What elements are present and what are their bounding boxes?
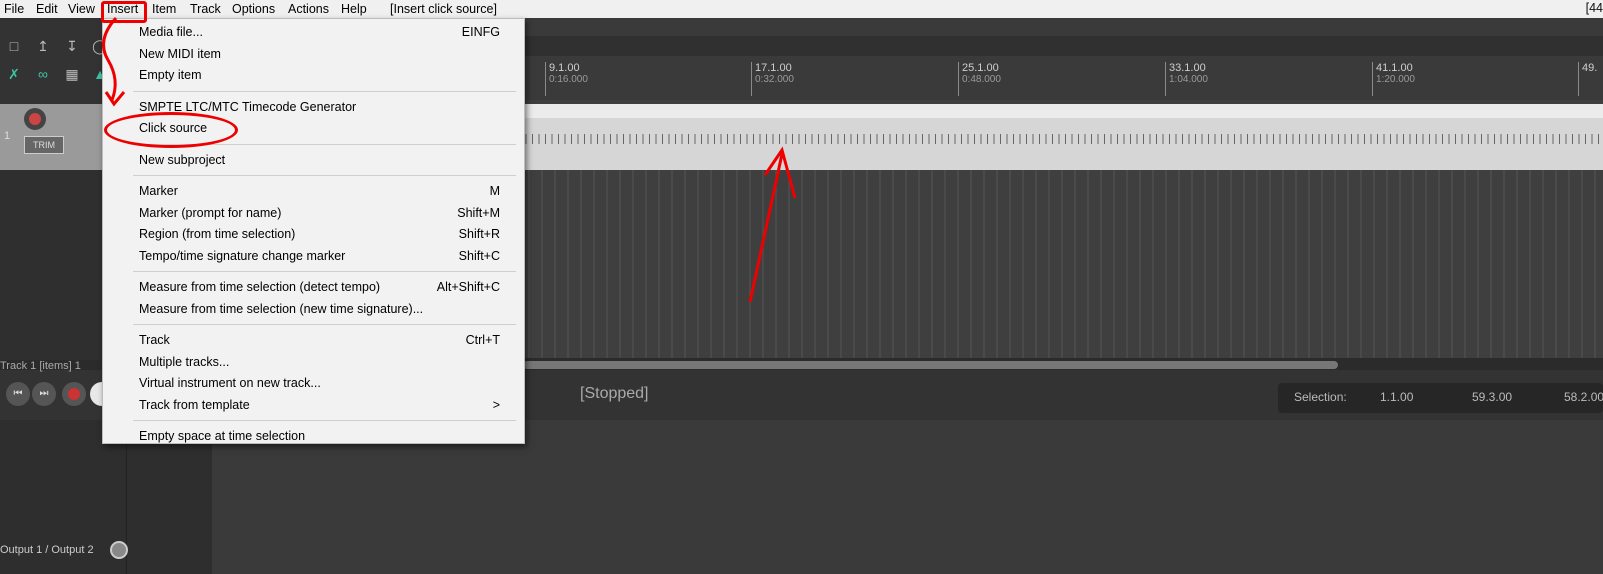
annotation-arrow-up [748, 153, 784, 303]
annotation-arrow-down [102, 16, 118, 101]
annotation-arrows [102, 16, 797, 303]
